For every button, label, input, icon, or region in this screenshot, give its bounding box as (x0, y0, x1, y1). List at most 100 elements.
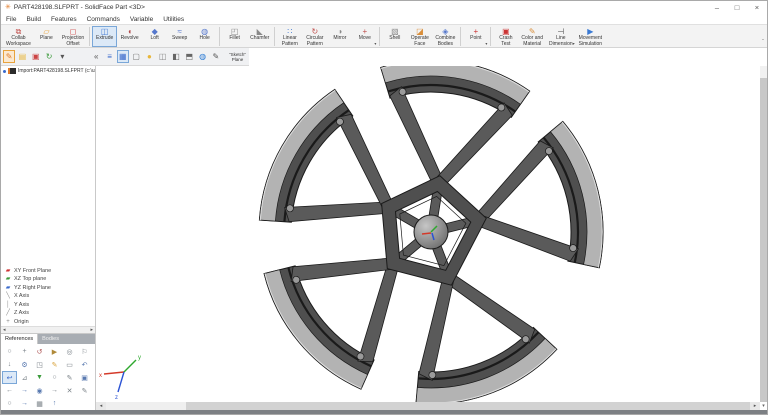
panel-tool-icon[interactable]: → (17, 384, 32, 397)
menu-build[interactable]: Build (26, 16, 40, 23)
shaded-view-icon[interactable]: ▦ (116, 50, 129, 63)
panel-tool-icon[interactable]: ⚙ (17, 358, 32, 371)
tab-references[interactable]: References (1, 334, 39, 344)
reference-yz-right-plane[interactable]: ▰ YZ Right Plane (4, 284, 95, 293)
panel-tool-icon[interactable]: ▦ (32, 397, 47, 410)
crash-test-button[interactable]: ▣ Crash Test (493, 26, 518, 47)
minimize-button[interactable]: – (707, 2, 727, 14)
collab-workspace-button[interactable]: ⧉ Collab Workspace (3, 26, 34, 47)
circular-pattern-button[interactable]: ↻ Circular Pattern (302, 26, 327, 47)
scroll-right-icon[interactable]: ▸ (750, 402, 760, 410)
horizontal-scrollbar-thumb[interactable] (106, 402, 186, 410)
hidden-line-view-icon[interactable]: ▢ (130, 50, 142, 63)
panel-tool-icon[interactable]: → (47, 384, 62, 397)
panel-tool-icon[interactable]: ▣ (77, 371, 92, 384)
maximize-button[interactable]: □ (727, 2, 747, 14)
scroll-down-icon[interactable]: ▾ (760, 402, 767, 410)
reference-x-axis[interactable]: ╲ X Axis (4, 292, 95, 301)
horizontal-scrollbar[interactable]: ◂ ▸ (96, 402, 760, 410)
combine-bodies-button[interactable]: ◈ Combine Bodies (432, 26, 458, 47)
loft-button[interactable]: ◆ Loft (142, 26, 167, 47)
menu-commands[interactable]: Commands (87, 16, 120, 23)
operate-face-button[interactable]: ◪ Operate Face (407, 26, 432, 47)
panel-tool-icon[interactable]: ○ (47, 371, 62, 384)
reference-xz-top-plane[interactable]: ▰ XZ Top plane (4, 275, 95, 284)
sweep-button[interactable]: ≈ Sweep (167, 26, 192, 47)
folder-icon[interactable]: ▤ (16, 50, 28, 63)
sketch-icon[interactable]: ✎ (210, 50, 222, 63)
color-material-button[interactable]: ✎ Color and Material (518, 26, 546, 47)
panel-tool-icon[interactable]: ◎ (62, 345, 77, 358)
panel-tool-icon[interactable]: ✎ (62, 371, 77, 384)
viewport-3d[interactable]: x y z ▾ ◂ ▸ (96, 66, 767, 410)
panel-tool-icon[interactable]: ▼ (32, 371, 47, 384)
menu-utilities[interactable]: Utilities (163, 16, 184, 23)
collapse-left-icon[interactable]: « (90, 50, 102, 63)
linear-pattern-button[interactable]: ∷ Linear Pattern (277, 26, 302, 47)
reference-origin[interactable]: + Origin (4, 318, 95, 327)
revolve-button[interactable]: ◖ Revolve (117, 26, 142, 47)
panel-tool-icon[interactable]: ✎ (77, 384, 92, 397)
hole-button[interactable]: ◍ Hole (192, 26, 217, 47)
chamfer-button[interactable]: ◣ Chamfer (247, 26, 272, 47)
dropdown-arrow-icon[interactable]: ▾ (573, 42, 575, 46)
sort-icon[interactable]: ≡ (103, 50, 115, 63)
panel-tool-icon[interactable]: ○ (2, 345, 17, 358)
menu-features[interactable]: Features (51, 16, 77, 23)
refresh-icon[interactable]: ↻ (43, 50, 55, 63)
panel-tool-icon[interactable]: → (17, 397, 32, 410)
model-3d-wheel[interactable] (96, 66, 762, 407)
panel-tool-icon[interactable]: ⊿ (17, 371, 32, 384)
dropdown-arrow-icon[interactable]: ▾ (374, 42, 376, 46)
reference-z-axis[interactable]: ╱ Z Axis (4, 309, 95, 318)
mirror-button[interactable]: ◑ Mirror (327, 26, 352, 47)
scroll-left-icon[interactable]: ◂ (3, 327, 6, 333)
panel-tool-icon[interactable]: ◉ (32, 384, 47, 397)
panel-tool-icon[interactable]: ↩ (2, 371, 17, 384)
extrude-button[interactable]: ◫ Extrude (92, 26, 118, 47)
panel-tool-icon[interactable]: ◳ (32, 358, 47, 371)
point-button[interactable]: + Point ▾ (463, 26, 488, 47)
plane-button[interactable]: ▱ Plane (34, 26, 59, 47)
move-button[interactable]: + Move ▾ (352, 26, 377, 47)
tree-item-import[interactable]: Import:PART428198.SLFPRT (c:\use (1, 66, 95, 76)
toolbar-collapse-icon[interactable]: ˆ (762, 40, 764, 46)
panel-tool-icon[interactable]: ✎ (47, 358, 62, 371)
line-dimension-button[interactable]: ⊣ Line Dimension ▾ (546, 26, 576, 47)
panel-tool-icon[interactable]: ○ (2, 397, 17, 410)
web-publish-icon[interactable]: ◍ (196, 50, 208, 63)
save-icon[interactable]: ◫ (157, 50, 169, 63)
panel-scrollbar[interactable]: ◂ ▸ (1, 326, 95, 333)
panel-tool-icon[interactable]: ↑ (47, 397, 62, 410)
print-preview-icon[interactable]: ⬒ (183, 50, 195, 63)
panel-tool-icon[interactable]: ▭ (62, 358, 77, 371)
panel-tool-icon[interactable]: ↺ (32, 345, 47, 358)
render-quality-icon[interactable]: ● (143, 50, 155, 63)
fillet-button[interactable]: ◰ Fillet (222, 26, 247, 47)
dropdown-arrow-icon[interactable]: ▾ (485, 42, 487, 46)
reference-y-axis[interactable]: │ Y Axis (4, 301, 95, 310)
panel-tool-icon[interactable]: ▶ (47, 345, 62, 358)
close-button[interactable]: × (747, 2, 767, 14)
sketch-plane-button[interactable]: "Sketch" Plane (226, 52, 249, 62)
panel-tool-icon[interactable]: + (17, 345, 32, 358)
projection-offset-button[interactable]: ◻ Projection Offset (59, 26, 87, 47)
panel-tool-icon[interactable]: ← (2, 384, 17, 397)
sketch-edit-icon[interactable]: ✎ (3, 50, 16, 63)
movement-simulation-button[interactable]: ▶ Movement Simulation (576, 26, 605, 47)
print-icon[interactable]: ◧ (170, 50, 182, 63)
scroll-left-icon[interactable]: ◂ (96, 402, 106, 410)
reference-xy-front-plane[interactable]: ▰ XY Front Plane (4, 267, 95, 276)
vertical-scrollbar[interactable]: ▾ (760, 66, 767, 409)
shell-button[interactable]: ▧ Shell (382, 26, 407, 47)
scroll-right-icon[interactable]: ▸ (90, 327, 93, 333)
panel-tool-icon[interactable]: ✕ (62, 384, 77, 397)
vertical-scrollbar-thumb[interactable] (760, 78, 767, 402)
menu-file[interactable]: File (6, 16, 16, 23)
panel-tool-icon[interactable]: ↶ (77, 358, 92, 371)
panel-tool-icon[interactable]: ↓ (2, 358, 17, 371)
tab-bodies[interactable]: Bodies (38, 334, 95, 344)
library-icon[interactable]: ▣ (30, 50, 42, 63)
panel-tool-icon[interactable]: ⚐ (77, 345, 92, 358)
more-dropdown-icon[interactable]: ▾ (56, 50, 68, 63)
